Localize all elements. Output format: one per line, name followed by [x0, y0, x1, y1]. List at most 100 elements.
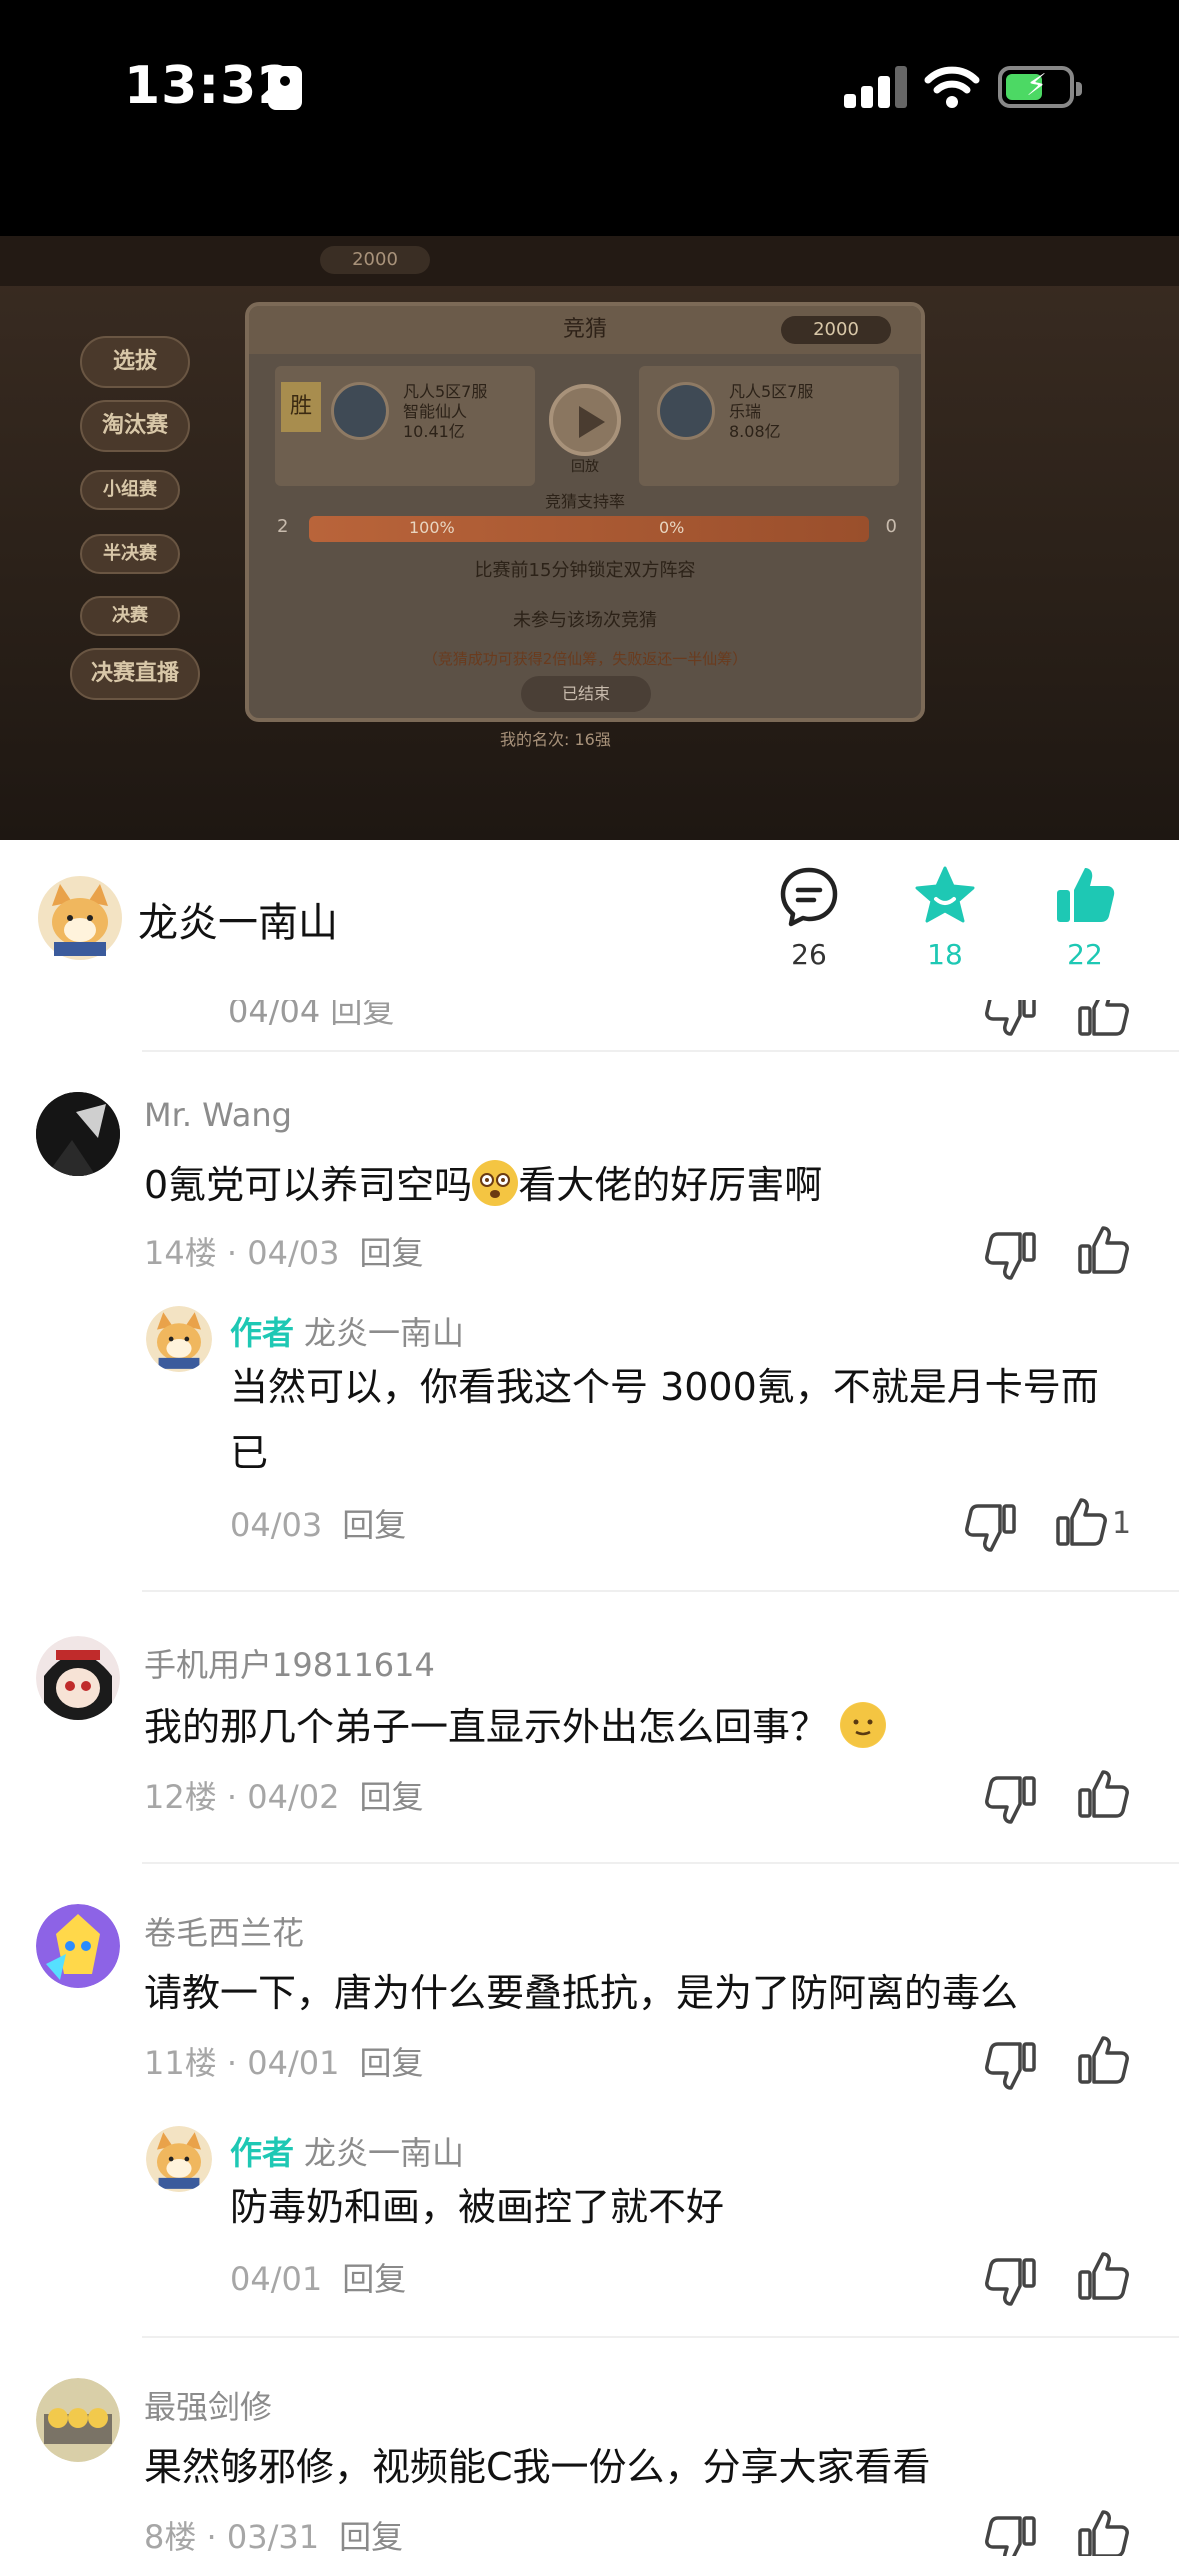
thumbs-down-icon[interactable] — [963, 1500, 1019, 1556]
user-avatar[interactable] — [36, 2378, 120, 2462]
win-badge: 胜 — [281, 382, 321, 432]
floor-date: 12楼 · 04/02 — [144, 1778, 340, 1816]
reward-note: （竞猜成功可获得2倍仙筹，失败返还一半仙筹） — [422, 650, 748, 668]
favorites-stat[interactable]: 18 — [900, 864, 990, 971]
floor-date: 14楼 · 04/03 — [144, 1234, 340, 1272]
floor-date: 11楼 · 04/01 — [144, 2044, 340, 2082]
favorites-count: 18 — [927, 938, 963, 971]
status-bar: 13:32 ⚡ — [0, 0, 1179, 236]
comment-bubble-icon — [780, 867, 838, 927]
reply-link[interactable]: 回复 — [359, 1234, 423, 1272]
divider — [142, 1862, 1179, 1864]
game-top-coin: 2000 — [320, 246, 430, 274]
author-avatar[interactable] — [38, 876, 122, 960]
comment-text: 果然够邪修，视频能C我一份么，分享大家看看 — [144, 2445, 931, 2489]
not-joined-text: 未参与该场次竞猜 — [513, 610, 657, 631]
user-avatar[interactable] — [36, 1092, 120, 1176]
dialog-coin: 2000 — [781, 316, 891, 344]
user-name[interactable]: Mr. Wang — [144, 1096, 292, 1134]
reply-date: 04/03 — [230, 1506, 323, 1544]
battery-icon: ⚡ — [998, 66, 1082, 108]
comment-meta: 14楼 · 04/03 回复 — [144, 1228, 423, 1274]
left-count: 2 — [277, 516, 289, 537]
thumbs-up-icon[interactable] — [1075, 1766, 1131, 1822]
right-team-name: 乐瑞 — [729, 402, 762, 421]
thumbs-up-icon[interactable] — [1075, 2032, 1131, 2088]
author-name[interactable]: 龙炎一南山 — [138, 890, 338, 948]
reply-like-count: 1 — [1112, 1506, 1132, 1541]
ended-button: 已结束 — [521, 676, 651, 712]
reply-date: 04/01 — [230, 2260, 323, 2298]
reply-link[interactable]: 回复 — [339, 2518, 403, 2556]
comment-list[interactable]: 04/04 回复 Mr. Wang 0氪党可以养司空吗 看大佬的好厉害啊 14楼 … — [0, 1000, 1179, 2556]
thumbs-up-icon[interactable] — [1075, 1000, 1131, 1040]
thumbs-up-icon[interactable] — [1075, 1222, 1131, 1278]
comment-text: 我的那几个弟子一直显示外出怎么回事？ — [144, 1694, 1124, 1760]
game-quiz-dialog: 竞猜 2000 胜 凡人5区7服 智能仙人 10.41亿 回放 凡人5区7服 乐… — [245, 302, 925, 722]
user-avatar[interactable] — [36, 1904, 120, 1988]
thumbs-down-icon[interactable] — [983, 2254, 1039, 2310]
author-reply-avatar[interactable] — [146, 2126, 212, 2192]
smiling-face-emoji — [840, 1702, 887, 1748]
thumbs-down-icon[interactable] — [983, 1228, 1039, 1284]
replay-label: 回放 — [571, 459, 599, 475]
game-tab-select: 选拔 — [80, 336, 190, 388]
author-reply-header: 作者 龙炎一南山 — [230, 2128, 464, 2174]
game-tab-semifinal: 半决赛 — [80, 534, 180, 574]
left-team-card: 胜 凡人5区7服 智能仙人 10.41亿 — [275, 366, 535, 486]
author-tag: 作者 — [230, 2134, 295, 2172]
star-icon — [915, 866, 975, 923]
game-tab-final-live: 决赛直播 — [70, 648, 200, 700]
right-team-power: 8.08亿 — [729, 422, 781, 441]
thumbs-down-icon[interactable] — [983, 1772, 1039, 1828]
left-team-power: 10.41亿 — [403, 422, 465, 441]
likes-stat[interactable]: 22 — [1040, 864, 1130, 971]
game-tab-final: 决赛 — [80, 596, 180, 636]
reply-link[interactable]: 回复 — [342, 2260, 406, 2298]
right-team-card: 凡人5区7服 乐瑞 8.08亿 — [639, 366, 899, 486]
left-team-server: 凡人5区7服 — [403, 382, 488, 401]
comment-meta: 11楼 · 04/01 回复 — [144, 2038, 423, 2084]
thumbs-up-icon[interactable] — [1053, 1494, 1109, 1550]
id-card-icon — [268, 66, 302, 110]
left-percent: 100% — [409, 518, 455, 537]
user-name[interactable]: 卷毛西兰花 — [144, 1908, 304, 1954]
author-reply-avatar[interactable] — [146, 1306, 212, 1372]
reply-link[interactable]: 回复 — [359, 1778, 423, 1816]
video-player[interactable]: 2000 选拔 淘汰赛 小组赛 半决赛 决赛 决赛直播 竞猜 2000 胜 凡人… — [0, 236, 1179, 840]
user-name[interactable]: 手机用户19811614 — [144, 1640, 435, 1686]
wifi-icon — [924, 66, 980, 108]
lock-text: 比赛前15分钟锁定双方阵容 — [474, 560, 696, 581]
thumbs-down-icon[interactable] — [983, 1000, 1039, 1040]
user-name[interactable]: 最强剑修 — [144, 2382, 272, 2428]
author-reply-name[interactable]: 龙炎一南山 — [304, 1314, 464, 1352]
comment-text: 请教一下，唐为什么要叠抵抗，是为了防阿离的毒么 — [144, 1971, 1019, 2015]
thumbs-down-icon[interactable] — [983, 2038, 1039, 2094]
user-avatar[interactable] — [36, 1636, 120, 1720]
dizzy-face-emoji — [472, 1160, 519, 1206]
author-reply-header: 作者 龙炎一南山 — [230, 1308, 464, 1354]
likes-count: 22 — [1067, 938, 1103, 971]
game-tab-knockout: 淘汰赛 — [80, 400, 190, 452]
reply-link[interactable]: 回复 — [359, 2044, 423, 2082]
support-rate-bar: 100% 0% — [309, 516, 869, 542]
reply-link[interactable]: 回复 — [342, 1506, 406, 1544]
game-top-bar: 2000 — [0, 236, 1179, 286]
right-team-avatar — [657, 382, 715, 440]
divider — [142, 1050, 1179, 1052]
divider — [142, 1590, 1179, 1592]
comment-meta: 12楼 · 04/02 回复 — [144, 1772, 423, 1818]
floor-date: 8楼 · 03/31 — [144, 2518, 320, 2556]
partial-comment: 04/04 回复 — [0, 1000, 1179, 1050]
left-team-name: 智能仙人 — [403, 402, 468, 421]
author-reply-meta: 04/03 回复 — [230, 1500, 406, 1546]
thumbs-down-icon[interactable] — [983, 2512, 1039, 2556]
thumbs-up-icon[interactable] — [1075, 2506, 1131, 2556]
game-tab-group: 小组赛 — [80, 470, 180, 510]
comments-count: 26 — [791, 938, 827, 971]
author-reply-name[interactable]: 龙炎一南山 — [304, 2134, 464, 2172]
comments-stat[interactable]: 26 — [764, 864, 854, 971]
right-percent: 0% — [659, 518, 685, 537]
author-header: 龙炎一南山 26 18 22 — [0, 840, 1179, 1000]
thumbs-up-icon[interactable] — [1075, 2248, 1131, 2304]
